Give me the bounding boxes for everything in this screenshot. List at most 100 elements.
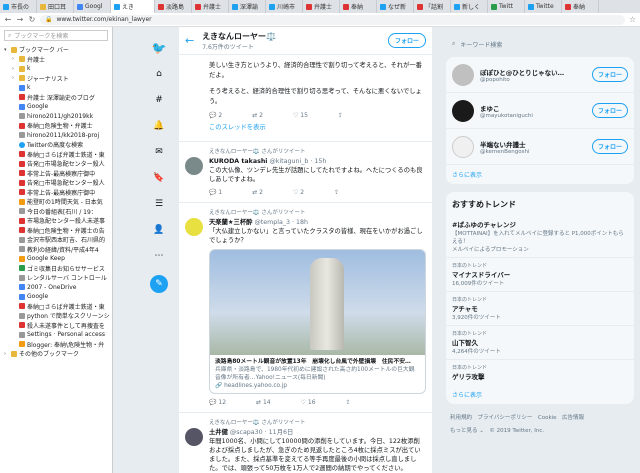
show-more-link[interactable]: さらに表示: [446, 385, 634, 404]
avatar[interactable]: [185, 157, 203, 175]
share-icon[interactable]: ⇪: [334, 188, 339, 197]
bookmark-item[interactable]: 奉納□さらば弁護士鉄道・東: [0, 150, 112, 160]
bookmark-item[interactable]: › ジャーナリスト: [0, 74, 112, 84]
bookmark-item[interactable]: 弁護士 深澤諭史のブログ: [0, 93, 112, 103]
bookmark-item[interactable]: 能登町の1時間天気 - 日本気: [0, 197, 112, 207]
bookmark-item[interactable]: 告発□市場急配センター殺人: [0, 178, 112, 188]
bookmark-item[interactable]: Google: [0, 292, 112, 302]
browser-tab[interactable]: 奉納: [340, 0, 377, 13]
browser-tab[interactable]: 弁護士: [303, 0, 340, 13]
bookmark-item[interactable]: ゴミ収集日お知らせサービス: [0, 264, 112, 274]
footer-links[interactable]: 利用規約 プライバシーポリシー Cookie 広告情報: [442, 412, 638, 425]
home-icon[interactable]: ⌂: [152, 67, 166, 81]
bookmark-item[interactable]: Twitterの高度な検索: [0, 140, 112, 150]
follow-button[interactable]: フォロー: [591, 67, 628, 82]
lists-icon[interactable]: ☰: [152, 197, 166, 211]
bookmark-item[interactable]: python で簡単なスクリーンシ: [0, 311, 112, 321]
bookmark-item[interactable]: 奉納□危険生物・弁護士の告: [0, 226, 112, 236]
browser-tab[interactable]: 市長の: [0, 0, 37, 13]
bookmark-item[interactable]: 殺人未遂事件として再捜査を: [0, 321, 112, 331]
bookmark-item[interactable]: hirono2011/kk2018-proj: [0, 131, 112, 141]
trend-item[interactable]: 日本のトレンド ゲリラ攻撃: [446, 359, 634, 385]
notifications-bell-icon[interactable]: 🔔: [152, 119, 166, 133]
trend-item[interactable]: 日本のトレンド 山下智久 4,264件のツイート: [446, 325, 634, 359]
show-more-link[interactable]: さらに表示: [446, 165, 634, 184]
tweet-author[interactable]: 天楽蘭★三杯酔: [209, 219, 252, 226]
tweet-item[interactable]: えきなんローヤー⚖️ さんがリツイート 土井健 @scapa30 · 11月6日…: [179, 413, 432, 473]
bookmark-item[interactable]: Google: [0, 102, 112, 112]
bookmark-item[interactable]: ▾ ブックマーク バー: [0, 45, 112, 55]
avatar[interactable]: [185, 218, 203, 236]
bookmark-item[interactable]: › その他のブックマーク: [0, 349, 112, 359]
share-icon[interactable]: ⇪: [346, 398, 351, 407]
bookmark-search-input[interactable]: ⌕ ブックマークを検索: [4, 30, 108, 41]
bookmark-item[interactable]: Blogger: 奉納\危険生物・弁: [0, 340, 112, 350]
bookmark-item[interactable]: 告発□市場急配センター殺人: [0, 159, 112, 169]
explore-hashtag-icon[interactable]: #: [152, 93, 166, 107]
tweet-item[interactable]: えきなんローヤー⚖️ さんがリツイート KURODA takashi @kita…: [179, 142, 432, 203]
browser-tab[interactable]: 新しく: [451, 0, 488, 13]
reply-button[interactable]: 💬 12: [209, 398, 226, 407]
follow-button[interactable]: フォロー: [591, 139, 628, 154]
bookmark-item[interactable]: 金沢市駅西本町吉、石川県的: [0, 235, 112, 245]
reply-button[interactable]: 💬 2: [209, 111, 222, 121]
url-field[interactable]: 🔒 www.twitter.com/ekinan_lawyer: [40, 14, 625, 25]
bookmark-item[interactable]: k: [0, 83, 112, 93]
browser-tab[interactable]: Twitte: [525, 0, 562, 13]
compose-tweet-button[interactable]: ✎: [150, 275, 168, 293]
like-button[interactable]: ♡ 15: [293, 111, 308, 121]
bookmarks-icon[interactable]: 🔖: [152, 171, 166, 185]
follow-button[interactable]: フォロー: [387, 33, 426, 48]
tweet-author[interactable]: 土井健: [209, 429, 228, 436]
browser-tab[interactable]: 「話割: [414, 0, 451, 13]
footer-copyright[interactable]: もっと見る ⌄ © 2019 Twitter, Inc.: [442, 425, 638, 438]
retweet-button[interactable]: ⇄ 14: [256, 398, 271, 407]
back-icon[interactable]: ←: [4, 15, 12, 24]
suggested-user[interactable]: 半端ない弁護士 @kemenBengoshi フォロー: [446, 129, 634, 165]
show-thread-link[interactable]: このスレッドを表示: [209, 121, 426, 137]
reload-icon[interactable]: ↻: [28, 15, 36, 24]
profile-icon[interactable]: 👤: [152, 223, 166, 237]
bookmark-item[interactable]: 教利の経緯/資料/平成4年4: [0, 245, 112, 255]
retweet-button[interactable]: ⇄ 2: [252, 188, 263, 197]
browser-tab[interactable]: 深澤諭: [229, 0, 266, 13]
twitter-search-input[interactable]: ⌕ キーワード検索: [446, 37, 634, 51]
bookmark-item[interactable]: Google Keep: [0, 254, 112, 264]
more-icon[interactable]: ⋯: [152, 249, 166, 263]
bookmark-item[interactable]: › k: [0, 64, 112, 74]
tweet-author[interactable]: KURODA takashi: [209, 158, 267, 165]
browser-tab[interactable]: なぜ新: [377, 0, 414, 13]
browser-tab[interactable]: 田口耳: [37, 0, 74, 13]
link-card[interactable]: 淡路島80メートル観音が放置13年 崩壊化し台風で外壁損壊 住民不安… 兵庫県・…: [209, 249, 426, 394]
browser-tab[interactable]: えき: [111, 0, 155, 13]
suggested-user[interactable]: まゆこ @mayukotaniguchi フォロー: [446, 93, 634, 129]
forward-icon[interactable]: →: [16, 15, 24, 24]
bookmark-item[interactable]: Settings · Personal access: [0, 330, 112, 340]
avatar[interactable]: [185, 428, 203, 446]
trend-item[interactable]: 日本のトレンド マイナスドライバー 16,009件のツイート: [446, 257, 634, 291]
bookmark-item[interactable]: 2007 - OneDrive: [0, 283, 112, 293]
bookmark-item[interactable]: 非常上告-最高検察庁御中: [0, 188, 112, 198]
bookmark-item[interactable]: 非常上告-最高検察庁御中: [0, 169, 112, 179]
follow-button[interactable]: フォロー: [591, 103, 628, 118]
browser-tab[interactable]: 淡路島: [155, 0, 192, 13]
bookmark-item[interactable]: 奉納□さらば弁護士鉄道・東: [0, 302, 112, 312]
browser-tab[interactable]: Googl: [74, 0, 111, 13]
bookmark-item[interactable]: レンタルサーバ コントロール: [0, 273, 112, 283]
like-button[interactable]: ♡ 2: [293, 188, 304, 197]
back-arrow-icon[interactable]: ←: [185, 34, 194, 47]
tweet-item[interactable]: えきなんローヤー⚖️ さんがリツイート 天楽蘭★三杯酔 @templa_3 · …: [179, 203, 432, 413]
suggested-user[interactable]: ぽぽひと@ひとりじゃない… @popohito フォロー: [446, 57, 634, 93]
bookmark-item[interactable]: 市場急配センター殺人未遂事: [0, 216, 112, 226]
bookmark-star-icon[interactable]: ☆: [629, 15, 636, 24]
browser-tab[interactable]: 川崎市: [266, 0, 303, 13]
bookmark-item[interactable]: › 弁護士: [0, 55, 112, 65]
messages-envelope-icon[interactable]: ✉: [152, 145, 166, 159]
top-tweet[interactable]: 美しい生き方というより、経済的合理性で割り切って考えると、それが一番だよ。 そう…: [179, 55, 432, 142]
bookmark-item[interactable]: 奉納□危険生物・弁護士: [0, 121, 112, 131]
browser-tab[interactable]: 奉納: [562, 0, 599, 13]
reply-button[interactable]: 💬 1: [209, 188, 222, 197]
bookmark-item[interactable]: 今日の番組表[石川 / 19：: [0, 207, 112, 217]
browser-tab[interactable]: 弁護士: [192, 0, 229, 13]
trend-item[interactable]: 日本のトレンド アチャモ 3,920件のツイート: [446, 291, 634, 325]
